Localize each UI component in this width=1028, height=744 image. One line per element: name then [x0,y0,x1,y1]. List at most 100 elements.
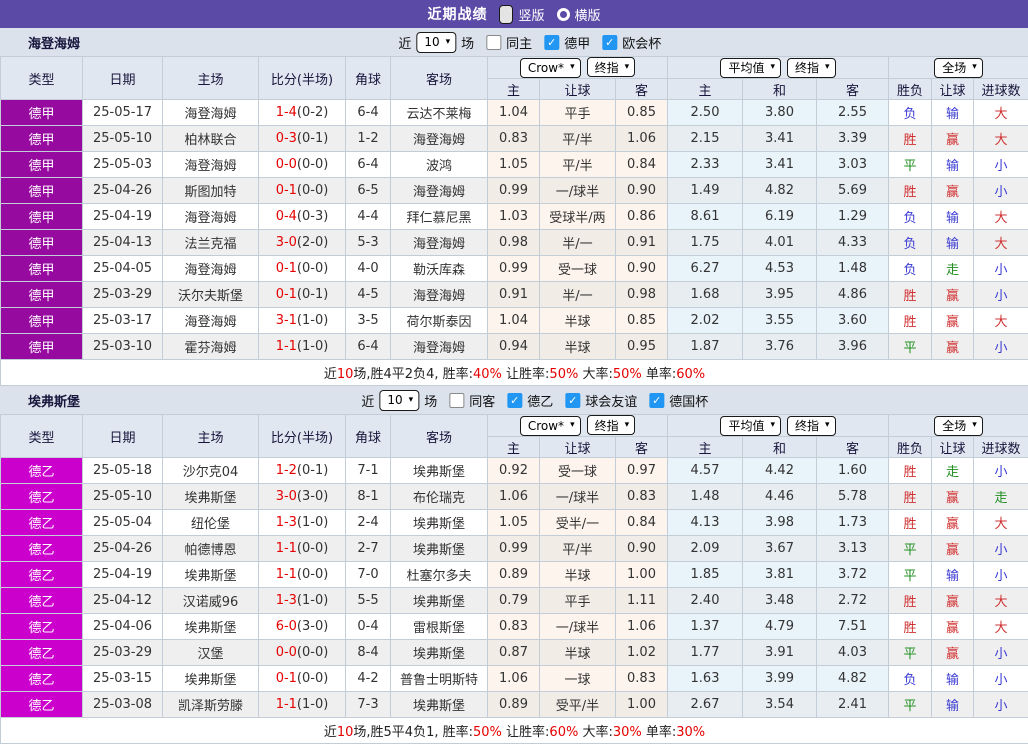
corners-cell: 3-5 [346,308,391,334]
column-header: 主 [488,79,540,100]
odds-handicap-cell: 受半/一 [540,510,616,536]
table-row: 德甲25-05-03海登海姆0-0(0-0)6-4波鸿1.05平/半0.842.… [1,152,1028,178]
odds-source-group: Crow*▾ 终指▾ [488,57,668,79]
checkbox-label: 球会友谊 [585,391,637,410]
avg-stage-select[interactable]: 终指▾ [787,58,836,78]
checkbox-label: 欧会杯 [622,33,661,52]
avg-draw-cell: 3.95 [743,282,817,308]
column-header: 客场 [391,415,488,458]
avg-home-cell: 2.50 [668,100,743,126]
odds-home-cell: 0.99 [488,178,540,204]
avg-home-cell: 2.67 [668,692,743,718]
odds-away-cell: 0.85 [616,100,668,126]
avg-home-cell: 1.68 [668,282,743,308]
checkbox-unchecked-icon[interactable] [486,35,501,50]
goals-result-cell: 小 [974,562,1028,588]
fulltime-score: 0-1 [276,261,297,276]
halftime-score: (1-0) [297,697,328,712]
chevron-down-icon: ▾ [625,421,630,430]
fulltime-score: 1-4 [276,105,297,120]
checkbox-label: 德国杯 [669,391,708,410]
team-section: 埃弗斯堡近10▾场同客✓德乙✓球会友谊✓德国杯类型日期主场比分(半场)角球客场C… [0,386,1028,744]
layout-radio-horizontal[interactable]: 横版 [557,5,601,24]
checkbox-checked-icon[interactable]: ✓ [602,35,617,50]
checkbox-checked-icon[interactable]: ✓ [544,35,559,50]
summary-segment: 10 [337,367,354,382]
avg-stage-select[interactable]: 终指▾ [787,416,836,436]
home-team-cell: 沙尔克04 [163,458,259,484]
avg-draw-cell: 4.42 [743,458,817,484]
goals-result-cell: 小 [974,152,1028,178]
halftime-score: (0-0) [297,541,328,556]
odds-handicap-cell: 半球 [540,640,616,666]
odds-handicap-cell: 平/半 [540,126,616,152]
avg-home-cell: 2.15 [668,126,743,152]
period-select[interactable]: 全场▾ [934,58,983,78]
avg-home-cell: 2.02 [668,308,743,334]
odds-home-cell: 0.87 [488,640,540,666]
score-cell: 0-1(0-0) [259,178,346,204]
avg-away-cell: 3.03 [817,152,889,178]
type-cell: 德甲 [1,256,83,282]
date-cell: 25-05-18 [83,458,163,484]
odds-home-cell: 0.83 [488,126,540,152]
table-row: 德乙25-05-04纽伦堡1-3(1-0)2-4埃弗斯堡1.05受半/一0.84… [1,510,1028,536]
topbar: 近期战绩 竖版 横版 [0,0,1028,28]
winloss-result-cell: 负 [889,666,932,692]
odds-home-cell: 1.05 [488,510,540,536]
layout-radio-vertical[interactable]: 竖版 [499,5,544,24]
match-count-select[interactable]: 10▾ [379,390,419,411]
odds-source-group: Crow*▾ 终指▾ [488,415,668,437]
radio-unselected-icon[interactable] [557,8,570,21]
match-count-select[interactable]: 10▾ [416,32,456,53]
average-select[interactable]: 平均值▾ [720,58,781,78]
column-header: 比分(半场) [259,415,346,458]
checkbox-checked-icon[interactable]: ✓ [565,393,580,408]
score-cell: 3-0(3-0) [259,484,346,510]
date-cell: 25-03-10 [83,334,163,360]
summary-segment: 单率: [642,725,677,740]
bookmaker-select[interactable]: Crow*▾ [520,416,581,436]
avg-away-cell: 1.48 [817,256,889,282]
handicap-result-cell: 赢 [932,308,974,334]
avg-away-cell: 5.69 [817,178,889,204]
score-cell: 1-1(1-0) [259,334,346,360]
avg-draw-cell: 4.53 [743,256,817,282]
checkbox-unchecked-icon[interactable] [449,393,464,408]
column-header: 主 [488,437,540,458]
type-cell: 德乙 [1,458,83,484]
column-header: 和 [743,437,817,458]
average-select[interactable]: 平均值▾ [720,416,781,436]
corners-cell: 0-4 [346,614,391,640]
corners-cell: 7-0 [346,562,391,588]
avg-stage-select-value: 终指 [795,417,819,434]
table-row: 德甲25-04-19海登海姆0-4(0-3)4-4拜仁慕尼黑1.03受球半/两0… [1,204,1028,230]
home-team-cell: 汉诺威96 [163,588,259,614]
fulltime-score: 0-0 [276,645,297,660]
fulltime-score: 1-1 [276,541,297,556]
corners-cell: 4-4 [346,204,391,230]
radio-selected-icon[interactable] [499,5,513,24]
checkbox-checked-icon[interactable]: ✓ [649,393,664,408]
avg-home-cell: 1.49 [668,178,743,204]
summary-segment: 让胜率: [502,725,550,740]
summary-segment: 让胜率: [502,367,550,382]
avg-home-cell: 8.61 [668,204,743,230]
odds-stage-select[interactable]: 终指▾ [587,415,636,435]
checkbox-checked-icon[interactable]: ✓ [507,393,522,408]
column-header: 角球 [346,57,391,100]
date-cell: 25-05-03 [83,152,163,178]
average-select-value: 平均值 [728,59,764,76]
period-select[interactable]: 全场▾ [934,416,983,436]
column-header: 让球 [540,79,616,100]
bookmaker-select[interactable]: Crow*▾ [520,58,581,78]
odds-stage-select[interactable]: 终指▾ [587,57,636,77]
goals-result-cell: 小 [974,178,1028,204]
column-header: 日期 [83,415,163,458]
header-selects-row: 类型日期主场比分(半场)角球客场Crow*▾终指▾平均值▾终指▾全场▾ [1,57,1028,79]
halftime-score: (1-0) [297,515,328,530]
odds-handicap-cell: 受一球 [540,458,616,484]
home-team-cell: 纽伦堡 [163,510,259,536]
score-cell: 6-0(3-0) [259,614,346,640]
match-filter: 近10▾场同客✓德乙✓球会友谊✓德国杯 [361,390,708,411]
